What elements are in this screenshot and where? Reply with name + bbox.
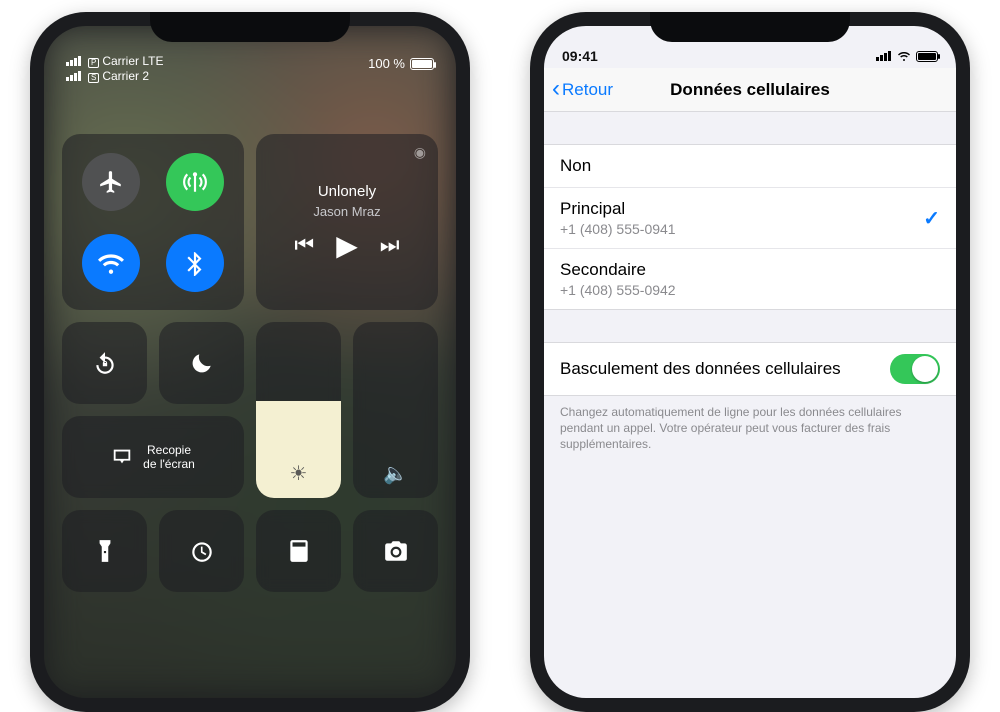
option-none-label: Non: [560, 156, 591, 176]
battery-icon: [410, 58, 434, 70]
flashlight-button[interactable]: [62, 510, 147, 592]
flashlight-icon: [92, 538, 118, 564]
option-none[interactable]: Non: [544, 145, 956, 188]
wifi-toggle[interactable]: [82, 234, 140, 292]
status-bar-left: PCarrier LTE SCarrier 2: [66, 54, 163, 84]
calculator-button[interactable]: [256, 510, 341, 592]
sim-s-badge: S: [88, 73, 99, 83]
track-artist: Jason Mraz: [313, 204, 380, 219]
control-center: PCarrier LTE SCarrier 2 100 %: [44, 26, 456, 698]
bluetooth-toggle[interactable]: [166, 234, 224, 292]
volume-icon: 🔈: [383, 461, 408, 486]
sim-p-badge: P: [88, 58, 99, 68]
checkmark-icon: ✓: [923, 206, 940, 231]
option-primary-number: +1 (408) 555-0941: [560, 221, 676, 237]
timer-button[interactable]: [159, 510, 244, 592]
option-primary-label: Principal: [560, 199, 676, 219]
option-primary[interactable]: Principal +1 (408) 555-0941 ✓: [544, 188, 956, 249]
connectivity-module[interactable]: [62, 134, 244, 310]
next-track-button[interactable]: ⏭: [380, 232, 400, 258]
phone-left: PCarrier LTE SCarrier 2 100 %: [30, 12, 470, 712]
phone-right: 09:41 ‹ Retour Données cellulaires Non P…: [530, 12, 970, 712]
option-secondary-label: Secondaire: [560, 260, 676, 280]
battery-percent: 100 %: [368, 56, 405, 71]
signal-icon-primary: [66, 54, 85, 68]
option-secondary-number: +1 (408) 555-0942: [560, 282, 676, 298]
timer-icon: [189, 538, 215, 564]
wifi-icon: [98, 250, 124, 276]
status-bar-right: 100 %: [368, 56, 434, 71]
play-button[interactable]: ▶: [336, 229, 358, 262]
screen-mirror-icon: [111, 446, 133, 468]
screen-mirroring-label-2: de l'écran: [143, 457, 195, 471]
screen-mirroring-label-1: Recopie: [143, 443, 195, 457]
cellular-switching-label: Basculement des données cellulaires: [560, 359, 841, 379]
screen-mirroring-button[interactable]: Recopie de l'écran: [62, 416, 244, 498]
back-button[interactable]: ‹ Retour: [552, 79, 613, 101]
control-grid: ◉ Unlonely Jason Mraz ⏮ ▶ ⏭: [62, 134, 438, 592]
cellular-switching-row[interactable]: Basculement des données cellulaires: [544, 343, 956, 395]
settings-screen: 09:41 ‹ Retour Données cellulaires Non P…: [544, 26, 956, 698]
camera-icon: [383, 538, 409, 564]
battery-icon: [916, 51, 938, 62]
antenna-icon: [182, 169, 208, 195]
airplane-mode-toggle[interactable]: [82, 153, 140, 211]
control-center-screen: PCarrier LTE SCarrier 2 100 %: [44, 26, 456, 698]
cellular-switching-toggle[interactable]: [890, 354, 940, 384]
wifi-icon: [896, 50, 912, 62]
carrier-primary: Carrier LTE: [102, 54, 163, 68]
switch-group: Basculement des données cellulaires: [544, 342, 956, 396]
now-playing-module[interactable]: ◉ Unlonely Jason Mraz ⏮ ▶ ⏭: [256, 134, 438, 310]
airplay-audio-icon[interactable]: ◉: [414, 144, 426, 161]
line-options-group: Non Principal +1 (408) 555-0941 ✓ Second…: [544, 144, 956, 310]
volume-slider[interactable]: 🔈: [353, 322, 438, 498]
track-title: Unlonely: [318, 183, 376, 200]
airplane-icon: [98, 169, 124, 195]
cellular-data-toggle[interactable]: [166, 153, 224, 211]
status-bar: 09:41: [544, 26, 956, 68]
brightness-slider[interactable]: ☀: [256, 322, 341, 498]
do-not-disturb-toggle[interactable]: [159, 322, 244, 404]
option-secondary[interactable]: Secondaire +1 (408) 555-0942: [544, 249, 956, 309]
page-title: Données cellulaires: [670, 80, 830, 100]
carrier-secondary: Carrier 2: [102, 69, 149, 83]
moon-icon: [189, 350, 215, 376]
rotation-lock-toggle[interactable]: [62, 322, 147, 404]
calculator-icon: [286, 538, 312, 564]
back-label: Retour: [562, 80, 613, 100]
brightness-icon: ☀: [290, 461, 308, 486]
nav-bar: ‹ Retour Données cellulaires: [544, 68, 956, 112]
bluetooth-icon: [182, 250, 208, 276]
signal-icon: [876, 51, 892, 61]
signal-icon-secondary: [66, 69, 85, 83]
prev-track-button[interactable]: ⏮: [294, 232, 314, 258]
clock: 09:41: [562, 48, 598, 64]
chevron-left-icon: ‹: [552, 77, 560, 101]
camera-button[interactable]: [353, 510, 438, 592]
rotation-lock-icon: [92, 350, 118, 376]
cellular-switching-footer: Changez automatiquement de ligne pour le…: [544, 396, 956, 453]
